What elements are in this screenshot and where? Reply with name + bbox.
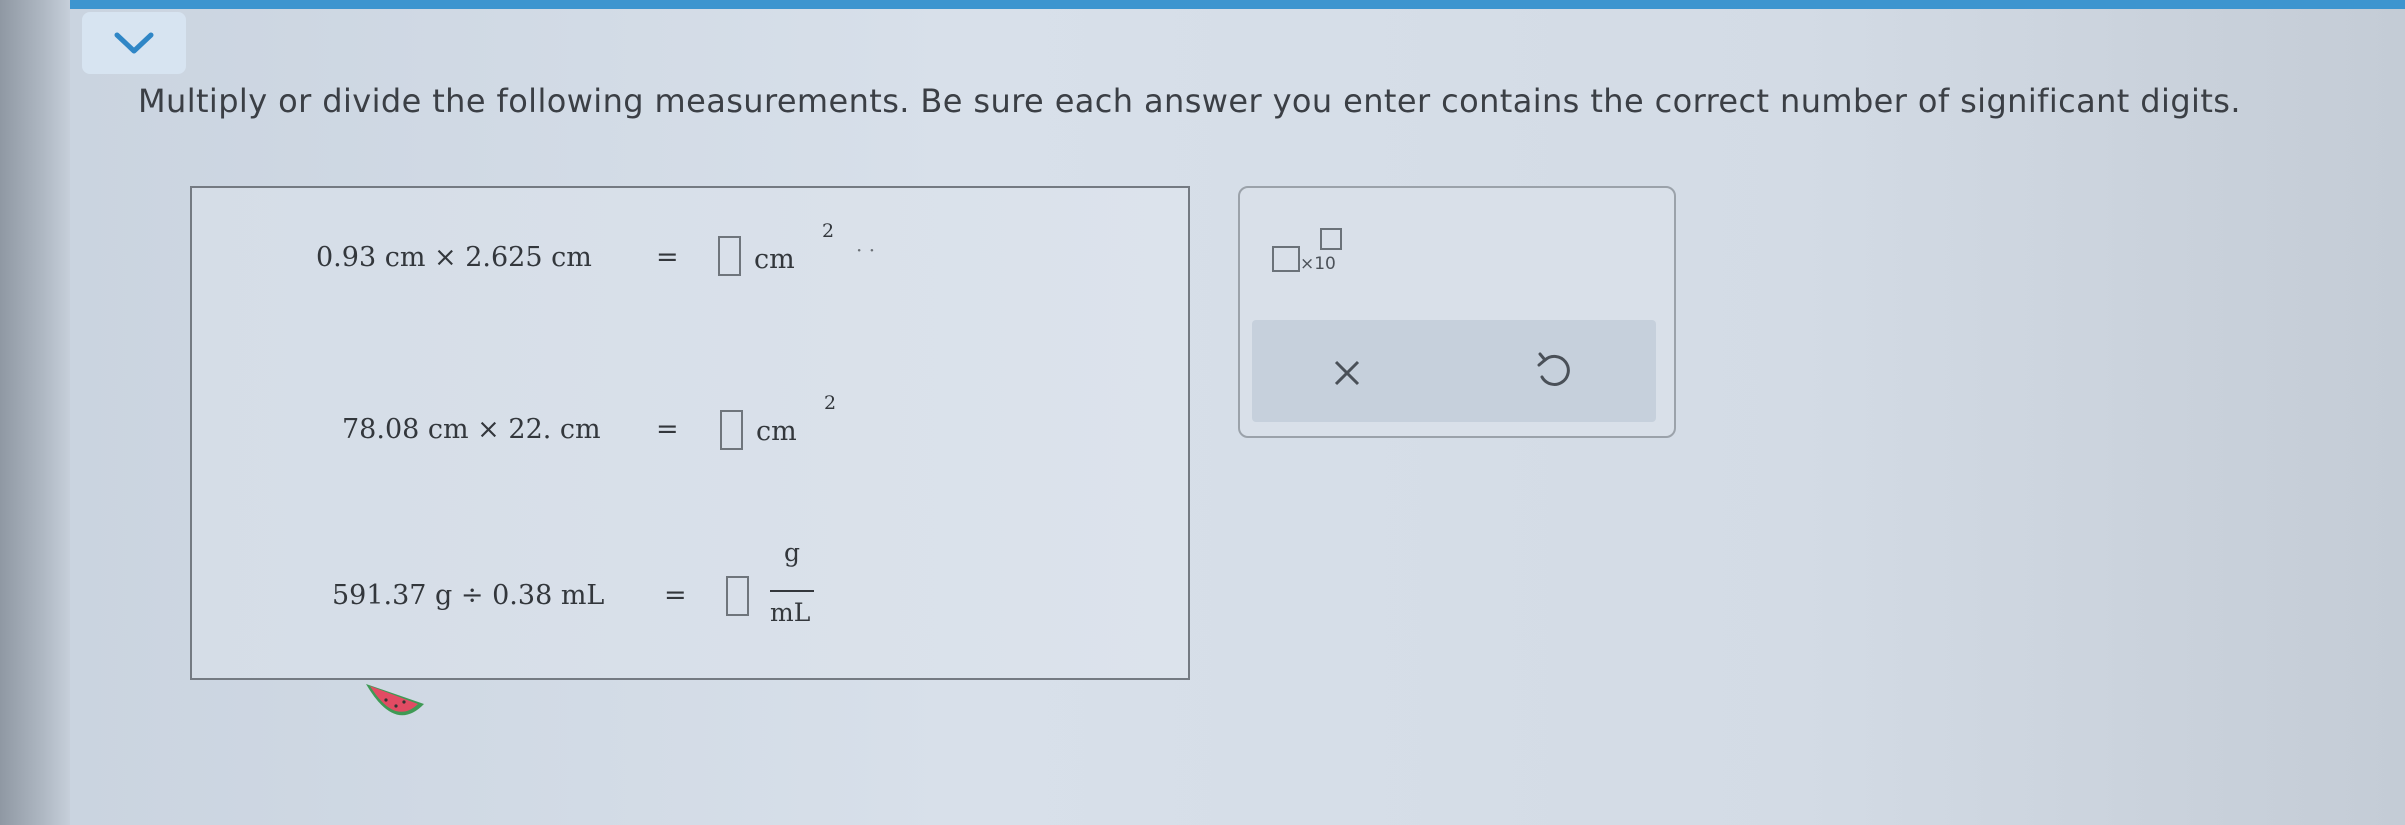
action-bar <box>1252 320 1656 422</box>
instructions-text: Multiply or divide the following measure… <box>138 82 2241 120</box>
times-ten-label: ×10 <box>1300 254 1336 274</box>
equals-sign: = <box>664 580 687 611</box>
answer-input-3[interactable] <box>726 576 749 616</box>
problem-expression: 591.37 g ÷ 0.38 mL <box>332 580 605 611</box>
answer-input-1[interactable] <box>718 236 741 276</box>
unit-numerator: g <box>784 538 801 567</box>
left-edge <box>0 0 70 825</box>
clear-button[interactable] <box>1322 348 1372 398</box>
problem-row-1: 0.93 cm × 2.625 cm = cm 2 · · <box>192 220 1188 302</box>
work-panel: 0.93 cm × 2.625 cm = cm 2 · · 78.08 cm ×… <box>190 186 1190 680</box>
answer-unit: cm <box>756 416 797 447</box>
close-icon <box>1334 360 1360 386</box>
undo-icon <box>1537 352 1570 386</box>
answer-input-2[interactable] <box>720 410 743 450</box>
chevron-down-icon <box>114 32 154 54</box>
problem-row-3: 591.37 g ÷ 0.38 mL = g mL <box>192 538 1188 650</box>
undo-button[interactable] <box>1528 346 1578 396</box>
unit-exponent: 2 <box>822 220 835 242</box>
equals-sign: = <box>656 242 679 273</box>
exponent-box <box>1320 228 1342 250</box>
scientific-notation-button[interactable]: ×10 <box>1272 228 1352 274</box>
equals-sign: = <box>656 414 679 445</box>
tools-panel: ×10 <box>1238 186 1676 438</box>
top-accent-bar <box>70 0 2405 9</box>
unit-exponent: 2 <box>824 392 837 414</box>
answer-unit: cm <box>754 244 795 275</box>
watermelon-sticker <box>366 684 424 716</box>
problem-expression: 78.08 cm × 22. cm <box>342 414 601 445</box>
collapse-button[interactable] <box>82 12 186 74</box>
base-box <box>1272 246 1300 272</box>
stray-mark: · · <box>856 238 876 262</box>
problem-expression: 0.93 cm × 2.625 cm <box>316 242 592 273</box>
fraction-bar <box>770 590 814 592</box>
problem-row-2: 78.08 cm × 22. cm = cm 2 <box>192 392 1188 474</box>
unit-denominator: mL <box>770 598 811 627</box>
